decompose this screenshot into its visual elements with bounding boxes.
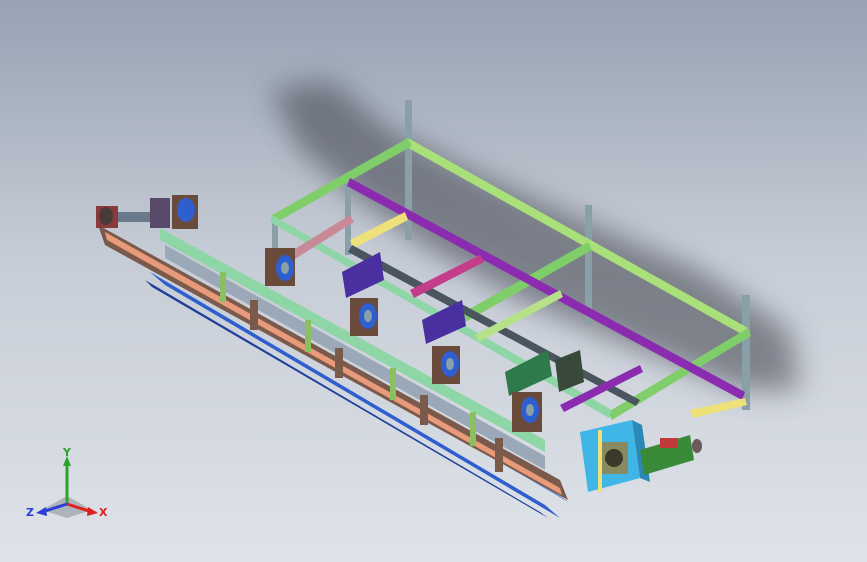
3d-model-view[interactable] [0,0,867,562]
z-axis-label: Z [26,506,34,519]
roller-station[interactable] [265,248,295,286]
x-axis-label: X [99,506,108,519]
roller-station[interactable] [172,195,198,229]
roller-station[interactable] [512,392,542,432]
z-axis-head [36,507,47,516]
drive-unit-left[interactable] [96,198,170,228]
drive-unit-right[interactable] [640,435,702,475]
y-axis-label: Y [62,448,72,459]
axis-triad: Y X Z [26,448,108,519]
gearbox[interactable] [580,420,650,492]
roller-station[interactable] [350,298,378,336]
x-axis-head [87,507,98,516]
roller-station[interactable] [432,346,460,384]
cad-viewport[interactable]: Y X Z [0,0,867,562]
